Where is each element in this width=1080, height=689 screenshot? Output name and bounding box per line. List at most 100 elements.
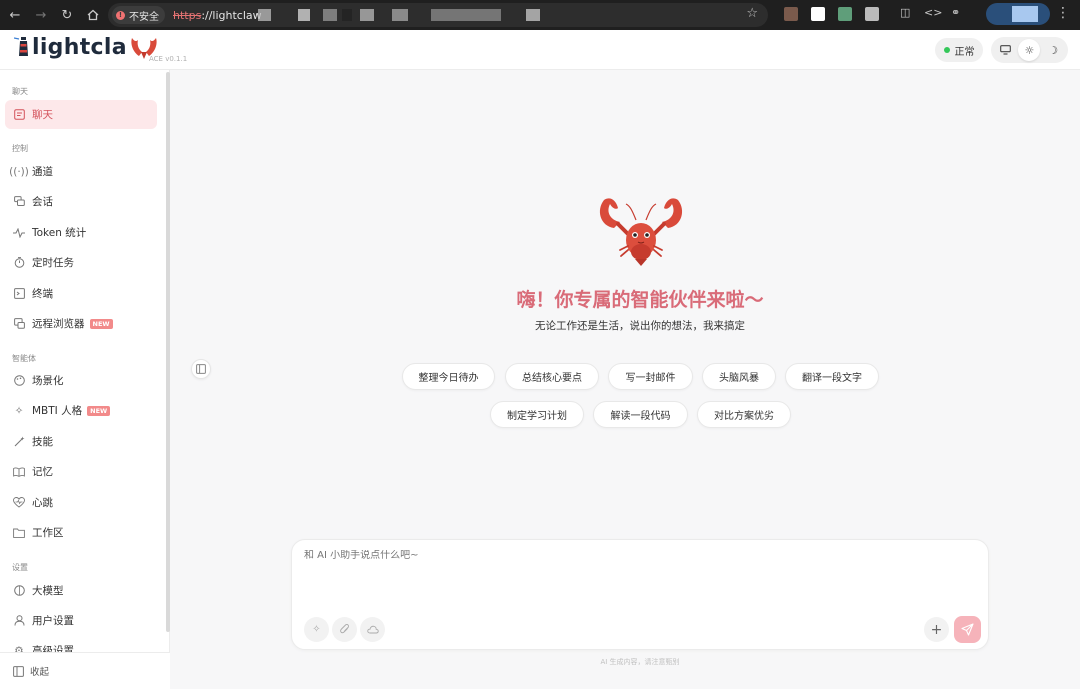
sidebar-item-label: 用户设置 <box>32 615 74 627</box>
browser-menu-icon[interactable]: ⋮ <box>1056 5 1070 21</box>
message-input[interactable] <box>304 550 974 561</box>
sidebar: 聊天 聊天 控制 ((·)) 通道 会话 Token 统计 定时任务 终端 远程… <box>0 70 170 689</box>
book-icon <box>13 466 25 478</box>
status-text: 正常 <box>954 46 975 58</box>
logo[interactable]: lightcla <box>14 34 159 60</box>
lobster-mascot-icon <box>599 198 683 266</box>
sidebar-item-channels[interactable]: ((·)) 通道 <box>5 157 157 186</box>
address-bar[interactable]: ! 不安全 https ://lightclaw ☆ <box>108 3 768 27</box>
user-icon <box>13 615 25 627</box>
url-host: ://lightclaw <box>201 8 262 22</box>
toggle-sidebar-icon[interactable] <box>191 359 211 379</box>
logo-text: lightcla <box>32 34 127 60</box>
status-dot-icon <box>943 47 950 53</box>
sidebar-item-workspace[interactable]: 工作区 <box>5 518 157 547</box>
new-badge: NEW <box>87 405 111 416</box>
redacted-block <box>360 9 374 21</box>
app-header: lightcla ACE v0.1.1 <box>0 30 1080 70</box>
send-button[interactable] <box>954 616 981 643</box>
sidebar-item-label: 聊天 <box>32 109 53 121</box>
sidebar-item-label: 工作区 <box>32 527 64 539</box>
heartbeat-icon <box>13 497 25 509</box>
add-button[interactable]: + <box>924 617 949 642</box>
brain-icon <box>13 585 25 597</box>
terminal-icon <box>13 288 25 300</box>
security-indicator[interactable]: ! 不安全 <box>112 6 165 24</box>
sidebar-item-chat[interactable]: 聊天 <box>5 100 157 129</box>
sidebar-item-label: 通道 <box>32 166 53 178</box>
sidebar-item-memory[interactable]: 记忆 <box>5 457 157 486</box>
monitor-icon[interactable] <box>995 39 1017 61</box>
sidebar-item-skills[interactable]: 技能 <box>5 427 157 456</box>
magic-icon[interactable]: ✧ <box>304 617 329 642</box>
broadcast-icon: ((·)) <box>9 165 29 178</box>
bookmark-star-icon[interactable]: ☆ <box>746 6 758 21</box>
sidebar-item-label: 远程浏览器 <box>32 318 85 330</box>
sidebar-item-heartbeat[interactable]: 心跳 <box>5 488 157 517</box>
version-label: ACE v0.1.1 <box>149 55 188 63</box>
sidebar-item-terminal[interactable]: 终端 <box>5 279 157 308</box>
suggestion-chip[interactable]: 解读一段代码 <box>593 401 688 428</box>
extension-icon[interactable] <box>865 7 879 21</box>
sidebar-item-remote-browser[interactable]: 远程浏览器 NEW <box>5 309 157 338</box>
attachment-icon[interactable] <box>332 617 357 642</box>
new-badge: NEW <box>89 318 113 329</box>
suggestion-chip[interactable]: 写一封邮件 <box>608 363 693 390</box>
sun-icon[interactable]: ☼ <box>1018 39 1041 61</box>
sidebar-item-label: 终端 <box>32 288 53 300</box>
chat-composer: ✧ + <box>291 539 989 650</box>
suggestion-chip[interactable]: 头脑风暴 <box>702 363 776 390</box>
redacted-block <box>342 9 352 21</box>
forward-icon[interactable]: → <box>30 4 52 26</box>
cast-icon[interactable]: ◫ <box>900 6 910 19</box>
back-icon[interactable]: ← <box>4 4 26 26</box>
sidebar-item-llm[interactable]: 大模型 <box>5 576 157 605</box>
url-protocol: https <box>173 8 202 22</box>
extension-icon[interactable] <box>838 7 852 21</box>
sidebar-item-label: MBTI 人格 <box>32 405 83 417</box>
collapse-sidebar-button[interactable]: 收起 <box>0 652 170 689</box>
cloud-icon[interactable] <box>360 617 385 642</box>
sidebar-item-sessions[interactable]: 会话 <box>5 187 157 216</box>
redacted-block <box>258 9 271 21</box>
reload-icon[interactable]: ↻ <box>56 4 78 26</box>
suggestion-chip[interactable]: 对比方案优劣 <box>697 401 791 428</box>
suggestion-chip[interactable]: 总结核心要点 <box>505 363 599 390</box>
extension-icon[interactable] <box>811 7 825 21</box>
sidebar-item-label: Token 统计 <box>32 227 87 239</box>
sidebar-item-scheduled-tasks[interactable]: 定时任务 <box>5 248 157 277</box>
sidebar-item-label: 大模型 <box>32 585 64 597</box>
link-icon[interactable]: ⚭ <box>951 6 960 19</box>
profile-avatar[interactable] <box>986 3 1050 25</box>
sidebar-item-label: 技能 <box>32 436 53 448</box>
suggestion-chip[interactable]: 制定学习计划 <box>490 401 584 428</box>
redacted-block <box>298 9 310 21</box>
redacted-block <box>392 9 408 21</box>
sidebar-item-mbti[interactable]: ✧ MBTI 人格 NEW <box>5 396 157 425</box>
palette-icon <box>13 375 25 387</box>
home-icon[interactable] <box>82 4 104 26</box>
wand-icon <box>13 436 25 448</box>
url-text[interactable]: https ://lightclaw <box>173 9 262 22</box>
timer-icon <box>13 257 25 269</box>
sparkle-icon: ✧ <box>14 404 24 417</box>
sidebar-item-scenarios[interactable]: 场景化 <box>5 366 157 395</box>
section-label-control: 控制 <box>12 144 28 153</box>
sidebar-item-token-stats[interactable]: Token 统计 <box>5 218 157 247</box>
hero-subtitle: 无论工作还是生活，说出你的想法，我来搞定 <box>535 320 745 332</box>
sidebar-item-label: 场景化 <box>32 375 64 387</box>
theme-switcher: ☼ ☽ <box>991 37 1068 63</box>
extension-icon[interactable] <box>784 7 798 21</box>
code-icon[interactable]: <> <box>924 6 942 19</box>
moon-icon[interactable]: ☽ <box>1042 39 1064 61</box>
suggestion-chip[interactable]: 翻译一段文字 <box>785 363 879 390</box>
collapse-label: 收起 <box>30 667 50 678</box>
sidebar-item-label: 会话 <box>32 196 53 208</box>
suggestion-chip[interactable]: 整理今日待办 <box>402 363 495 390</box>
section-label-chat: 聊天 <box>12 87 28 96</box>
chat-icon <box>13 109 25 121</box>
activity-icon <box>13 227 25 239</box>
section-label-agent: 智能体 <box>12 354 36 363</box>
status-badge[interactable]: 正常 <box>935 38 983 62</box>
sidebar-item-user-settings[interactable]: 用户设置 <box>5 606 157 635</box>
